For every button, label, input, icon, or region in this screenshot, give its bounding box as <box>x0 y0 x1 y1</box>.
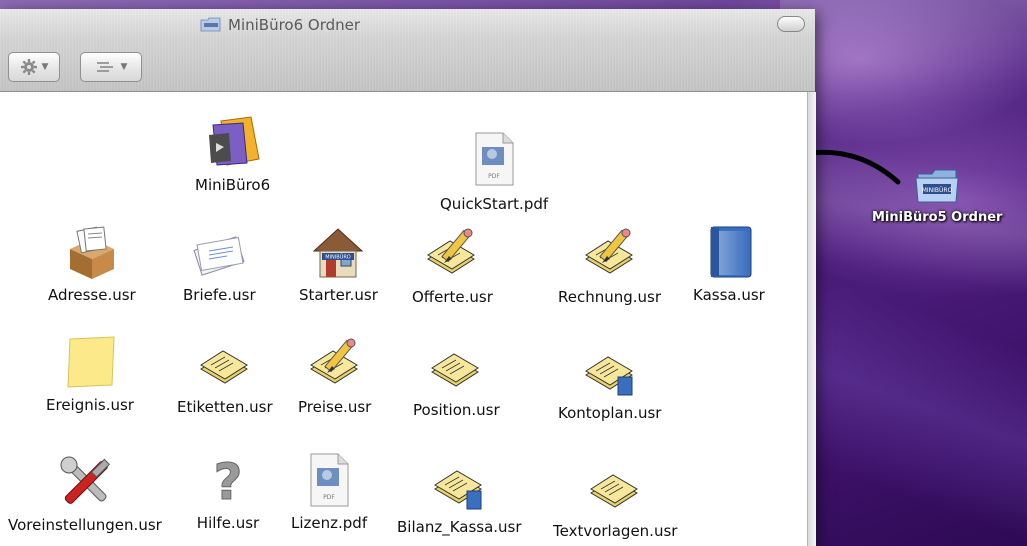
file-label: Offerte.usr <box>412 288 493 306</box>
file-label: Lizenz.pdf <box>291 514 368 532</box>
question-mark-icon: ? <box>213 453 243 510</box>
folder-app-icon <box>208 116 260 166</box>
chevron-down-icon: ▼ <box>41 62 49 72</box>
document-stack-icon <box>199 350 248 384</box>
file-label: Kontoplan.usr <box>558 404 662 422</box>
letter-envelope-icon <box>193 236 245 276</box>
file-item[interactable]: ? Hilfe.usr <box>196 450 260 533</box>
file-item[interactable]: PDF QuickStart.pdf <box>440 127 548 213</box>
file-label: Preise.usr <box>298 398 372 416</box>
gear-icon <box>20 59 37 75</box>
action-menu-button[interactable]: ▼ <box>8 52 60 82</box>
window-titlebar[interactable]: MiniBüro6 Ordner ▼ ▼ <box>0 9 815 92</box>
icon-view[interactable]: MiniBüro6 PDF QuickStart.pdf Adresse.usr… <box>0 92 808 546</box>
file-item[interactable]: Position.usr <box>413 337 500 419</box>
file-item[interactable]: MiniBüro6 <box>195 112 270 194</box>
file-item[interactable]: PDF Lizenz.pdf <box>291 450 367 532</box>
window-title-text: MiniBüro6 Ordner <box>228 16 361 34</box>
document-stack-icon <box>431 353 480 387</box>
blue-book-icon <box>710 226 752 278</box>
file-label: Textvorlagen.usr <box>553 522 678 540</box>
file-label: Ereignis.usr <box>46 396 134 414</box>
document-stack-book-icon <box>434 470 483 510</box>
file-label: Rechnung.usr <box>558 288 662 306</box>
file-item[interactable]: Bilanz_Kassa.usr <box>397 454 522 536</box>
folder-badge-text: MINIBÜRO <box>922 187 953 194</box>
file-item[interactable]: Etiketten.usr <box>177 334 273 416</box>
house-badge-text: MINIBÜRO <box>326 254 352 261</box>
file-item[interactable]: Adresse.usr <box>48 222 136 304</box>
chevron-down-icon: ▼ <box>120 62 128 72</box>
file-label: Bilanz_Kassa.usr <box>397 518 522 536</box>
file-item[interactable]: Kontoplan.usr <box>558 340 661 422</box>
document-stack-icon <box>590 474 639 508</box>
window-edge <box>807 92 816 546</box>
file-item[interactable]: Rechnung.usr <box>558 224 661 306</box>
sticky-note-icon <box>67 336 115 388</box>
svg-text:?: ? <box>213 453 242 509</box>
file-label: QuickStart.pdf <box>440 195 549 213</box>
file-label: Kassa.usr <box>693 286 765 304</box>
file-label: Position.usr <box>413 401 500 419</box>
folder-icon: MINIBÜRO <box>915 169 959 203</box>
list-view-icon <box>96 62 113 72</box>
tools-icon <box>60 456 110 504</box>
house-icon: MINIBÜRO <box>313 228 364 278</box>
file-label: Hilfe.usr <box>196 514 260 532</box>
finder-window: MiniBüro6 Ordner ▼ ▼ MiniBüro6 PDF Quick… <box>0 9 816 546</box>
folder-icon <box>200 17 221 32</box>
file-label: Briefe.usr <box>183 286 256 304</box>
desktop-folder-label: MiniBüro5 Ordner <box>872 210 1003 225</box>
file-item[interactable]: Briefe.usr <box>183 222 256 304</box>
toolbar-toggle-button[interactable] <box>777 16 805 32</box>
pdf-file-icon: PDF <box>310 453 349 507</box>
file-label: Starter.usr <box>299 286 378 304</box>
file-label: Adresse.usr <box>48 286 136 304</box>
pdf-badge-text: PDF <box>323 494 335 501</box>
file-label: MiniBüro6 <box>195 176 271 194</box>
file-item[interactable]: Voreinstellungen.usr <box>8 452 162 534</box>
pdf-file-icon: PDF <box>475 132 514 186</box>
document-stack-book-icon <box>584 356 633 396</box>
window-title: MiniBüro6 Ordner <box>200 15 360 35</box>
file-item[interactable]: Kassa.usr <box>693 222 765 304</box>
file-item[interactable]: Ereignis.usr <box>46 332 134 414</box>
arrange-view-button[interactable]: ▼ <box>80 52 142 82</box>
file-item[interactable]: MINIBÜRO Starter.usr <box>299 222 378 304</box>
document-pencil-icon <box>309 338 358 384</box>
file-item[interactable]: Textvorlagen.usr <box>553 458 677 540</box>
file-item[interactable]: Preise.usr <box>298 334 371 416</box>
file-label: Voreinstellungen.usr <box>8 516 162 534</box>
file-label: Etiketten.usr <box>177 398 273 416</box>
address-box-icon <box>69 226 114 279</box>
pdf-badge-text: PDF <box>488 173 500 180</box>
document-pencil-icon <box>427 228 476 274</box>
file-item[interactable]: Offerte.usr <box>412 224 493 306</box>
document-pencil-icon <box>584 228 633 274</box>
